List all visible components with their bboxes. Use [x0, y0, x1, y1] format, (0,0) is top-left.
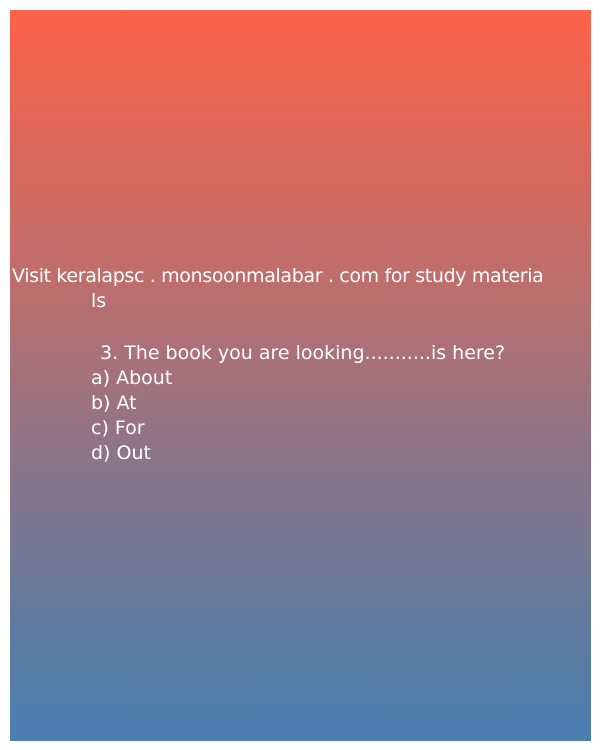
option-b: b) At: [91, 392, 137, 414]
option-d: d) Out: [91, 442, 151, 464]
question-card: Visit keralapsc . monsoonmalabar . com f…: [10, 10, 591, 741]
promo-text-line-1: Visit keralapsc . monsoonmalabar . com f…: [12, 265, 544, 287]
option-c: c) For: [91, 417, 145, 439]
question-text: 3. The book you are looking...........is…: [100, 342, 506, 364]
option-a: a) About: [91, 367, 173, 389]
promo-text-line-2: ls: [91, 290, 107, 312]
